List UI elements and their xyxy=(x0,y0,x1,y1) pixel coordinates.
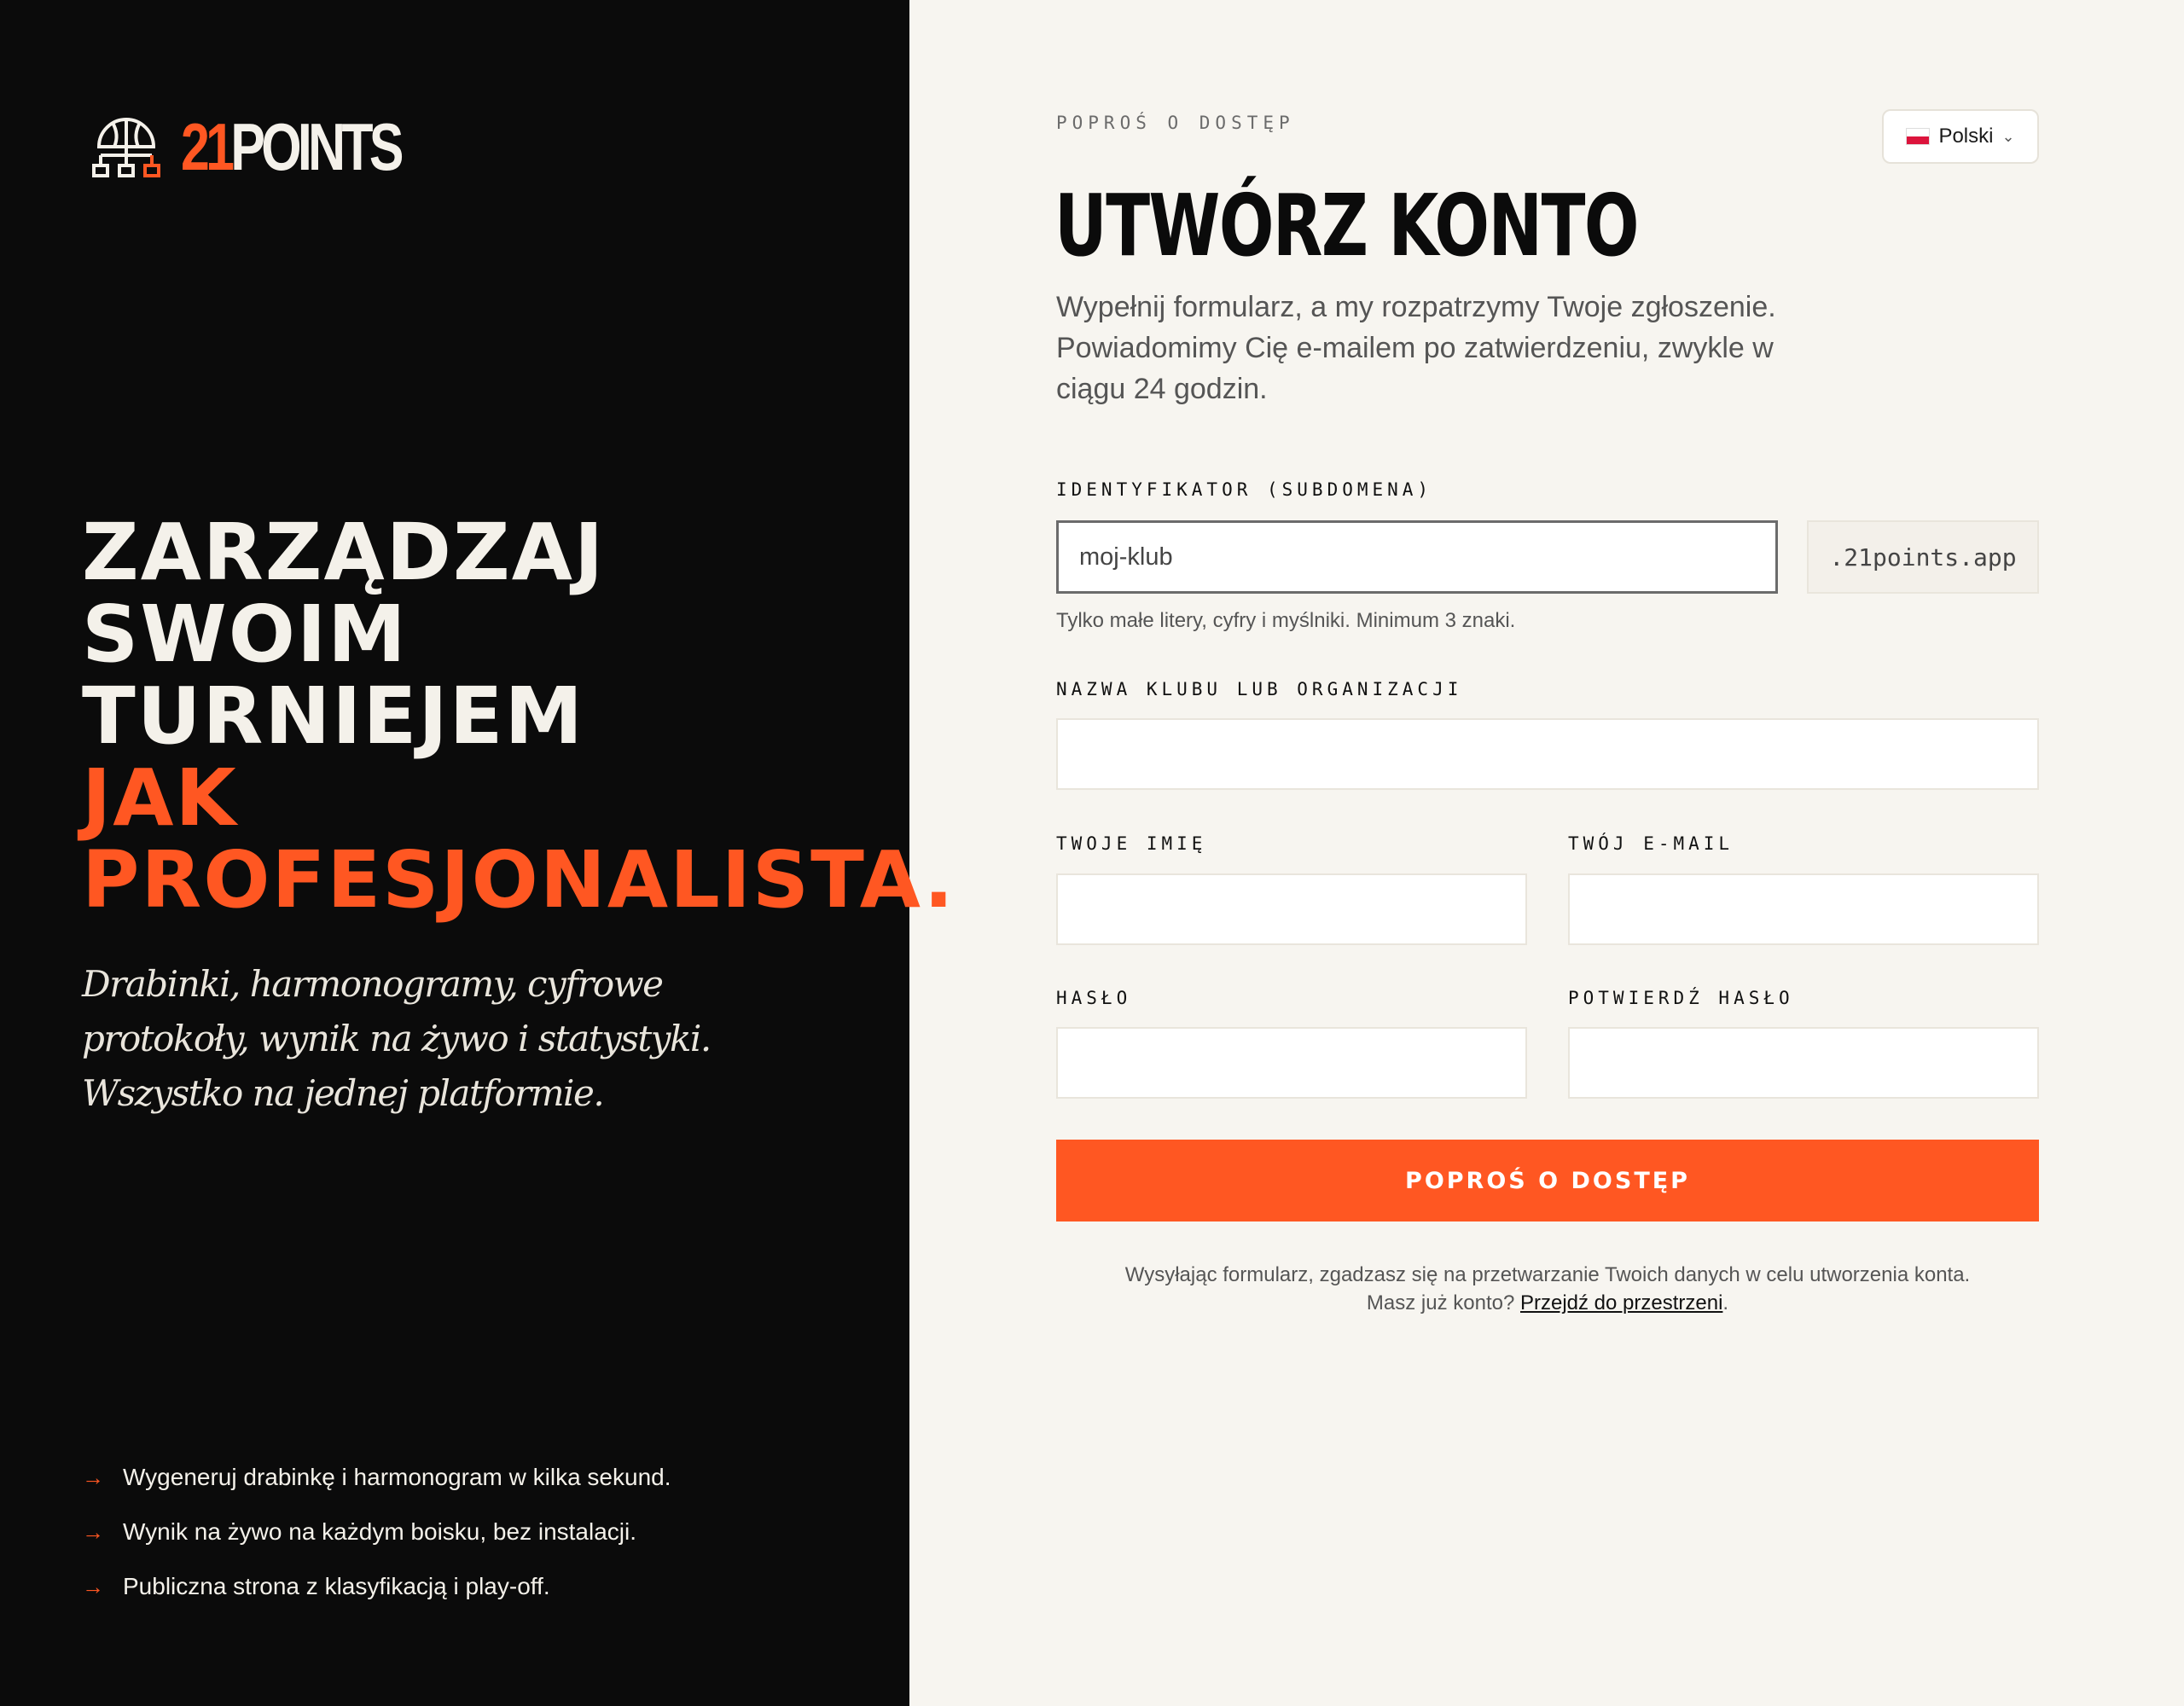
feature-list: → Wygeneruj drabinkę i harmonogram w kilk… xyxy=(82,1450,671,1614)
password-label: HASŁO xyxy=(1056,988,1132,1008)
club-name-label: NAZWA KLUBU LUB ORGANIZACJI xyxy=(1056,679,1463,699)
basketball-bracket-icon xyxy=(92,118,160,177)
login-prompt: Masz już konto? xyxy=(1366,1291,1515,1314)
subdomain-hint: Tylko małe litery, cyfry i myślniki. Min… xyxy=(1056,609,1516,632)
email-input[interactable] xyxy=(1568,873,2039,945)
confirm-password-label: POTWIERDŹ HASŁO xyxy=(1568,988,1794,1008)
brand-panel: 21POINTS ZARZĄDZAJ SWOIM TURNIEJEM JAK P… xyxy=(0,0,954,1706)
request-access-button[interactable]: POPROŚ O DOSTĘP xyxy=(1056,1140,2039,1221)
language-select[interactable]: Polski ⌄ xyxy=(1882,109,2039,164)
email-label: TWÓJ E-MAIL xyxy=(1568,833,1734,854)
feature-text: Wygeneruj drabinkę i harmonogram w kilka… xyxy=(123,1464,671,1490)
language-label: Polski xyxy=(1938,125,1994,148)
subdomain-suffix: .21points.app xyxy=(1807,520,2039,594)
arrow-right-icon: → xyxy=(82,1518,104,1545)
logo-wordmark: 21POINTS xyxy=(181,113,404,180)
chevron-down-icon: ⌄ xyxy=(2001,127,2015,145)
form-eyebrow: POPROŚ O DOSTĘP xyxy=(1056,113,1295,133)
hero-line-2: SWOIM xyxy=(82,589,408,680)
login-link[interactable]: Przejdź do przestrzeni xyxy=(1520,1291,1722,1314)
feature-text: Wynik na żywo na każdym boisku, bez inst… xyxy=(123,1518,636,1545)
confirm-password-input[interactable] xyxy=(1568,1027,2039,1099)
arrow-right-icon: → xyxy=(82,1464,104,1490)
consent-text: Wysyłając formularz, zgadzasz się na prz… xyxy=(1124,1263,1971,1286)
hero-heading: ZARZĄDZAJ SWOIM TURNIEJEM JAK PROFESJONA… xyxy=(82,512,1106,921)
club-name-input[interactable] xyxy=(1056,718,2039,790)
hero-line-4: JAK xyxy=(82,752,238,844)
poland-flag-icon xyxy=(1906,128,1931,145)
login-end: . xyxy=(1722,1291,1729,1314)
feature-text: Publiczna strona z klasyfikacją i play-o… xyxy=(123,1573,550,1599)
first-name-input[interactable] xyxy=(1056,873,1527,945)
hero-tagline: Drabinki, harmonogramy, cyfrowe protokoł… xyxy=(82,963,712,1114)
logo-word: POINTS xyxy=(230,109,404,184)
hero-line-1: ZARZĄDZAJ xyxy=(82,507,606,598)
feature-item: → Publiczna strona z klasyfikacją i play-… xyxy=(82,1559,671,1614)
feature-item: → Wygeneruj drabinkę i harmonogram w kilk… xyxy=(82,1450,671,1505)
hero-line-5: PROFESJONALISTA. xyxy=(82,834,956,926)
consent-note: Wysyłając formularz, zgadzasz się na prz… xyxy=(1056,1261,2039,1317)
subdomain-input[interactable]: moj-klub xyxy=(1056,520,1778,594)
page-title: UTWÓRZ KONTO xyxy=(1054,176,1640,276)
password-input[interactable] xyxy=(1056,1027,1527,1099)
feature-item: → Wynik na żywo na każdym boisku, bez ins… xyxy=(82,1505,671,1559)
hero-line-3: TURNIEJEM xyxy=(82,670,585,762)
login-prompt-row: Masz już konto? Przejdź do przestrzeni. xyxy=(1056,1289,2039,1317)
arrow-right-icon: → xyxy=(82,1573,104,1599)
logo[interactable]: 21POINTS xyxy=(90,113,462,181)
logo-number: 21 xyxy=(181,109,235,184)
form-description: Wypełnij formularz, a my rozpatrzymy Two… xyxy=(1056,291,1776,405)
subdomain-label: IDENTYFIKATOR (SUBDOMENA) xyxy=(1056,479,1433,500)
